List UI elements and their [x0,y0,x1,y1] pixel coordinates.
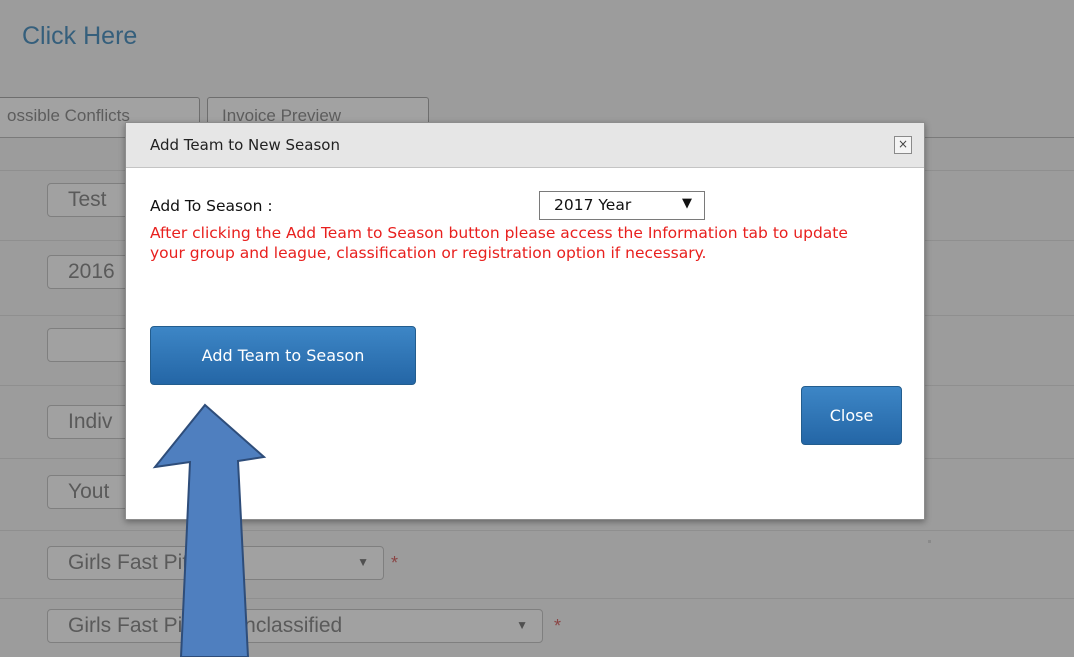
annotation-arrow-icon [152,403,267,657]
up-arrow-shape [152,403,267,657]
